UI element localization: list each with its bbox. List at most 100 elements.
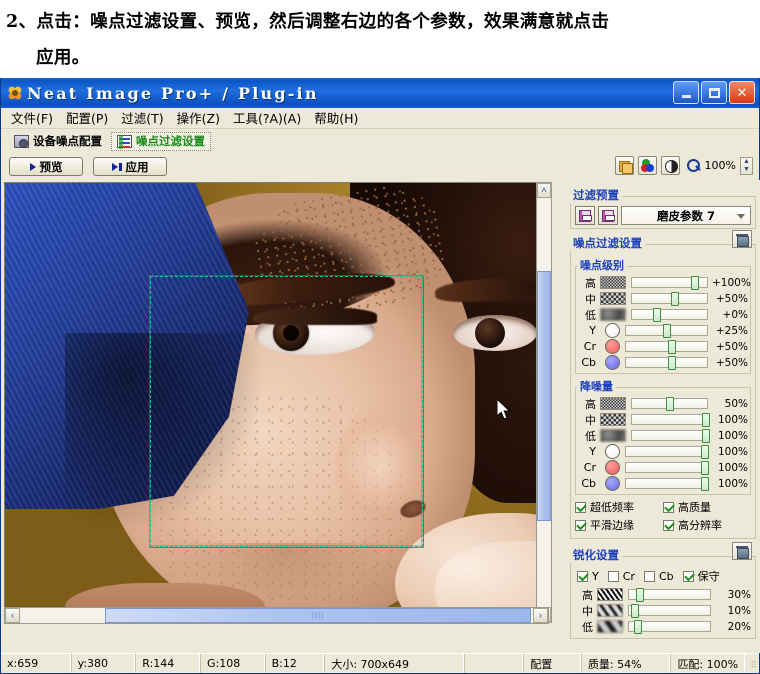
menu-item-tools[interactable]: 工具(?A)(A) xyxy=(229,107,310,129)
noise-amount-cb-slider[interactable] xyxy=(625,477,710,491)
stepper-up-icon[interactable]: ▲ xyxy=(743,158,750,165)
row-label: Cb xyxy=(581,356,596,369)
row-label: Y xyxy=(589,324,596,337)
sharpen-row-high: 高 30% xyxy=(575,587,751,602)
checkbox-very-low-freq[interactable] xyxy=(575,501,586,513)
status-g: G:108 xyxy=(199,654,265,673)
checkbox-sharpen-y[interactable] xyxy=(577,570,588,582)
save-preset-icon[interactable] xyxy=(575,206,595,225)
status-b: B:12 xyxy=(264,654,325,673)
status-spacer xyxy=(463,654,524,673)
menu-item-profile[interactable]: 配置(P) xyxy=(62,107,117,129)
apply-icon xyxy=(111,162,122,171)
checkbox-conservative[interactable] xyxy=(682,570,694,582)
magnifier-icon[interactable] xyxy=(686,158,701,173)
option-smooth-edges[interactable]: 平滑边缘 xyxy=(575,517,663,533)
maximize-button[interactable] xyxy=(701,81,727,104)
save-as-preset-icon[interactable] xyxy=(598,206,618,225)
noise-level-cb-slider[interactable] xyxy=(625,356,708,370)
channel-y-dot xyxy=(605,444,620,459)
option-label: 高质量 xyxy=(678,501,711,514)
noise-amount-y-slider[interactable] xyxy=(625,445,710,459)
scroll-right-button[interactable]: › xyxy=(533,608,548,623)
noise-level-row-y: Y +25% xyxy=(578,323,748,338)
noise-amount-mid-slider[interactable] xyxy=(631,413,710,427)
layers-icon[interactable] xyxy=(614,156,634,175)
sharpen-channel-cr[interactable]: Cr xyxy=(607,570,635,583)
noise-level-cr-slider[interactable] xyxy=(625,340,708,354)
status-quality: 质量: 54% xyxy=(580,654,671,673)
contrast-icon[interactable] xyxy=(660,156,680,175)
menu-item-help[interactable]: 帮助(H) xyxy=(310,107,367,129)
sharpen-channel-cb[interactable]: Cb xyxy=(643,569,674,583)
trash-icon xyxy=(736,545,749,559)
menu-item-file[interactable]: 文件(F) xyxy=(7,107,62,129)
noise-amount-cr-slider[interactable] xyxy=(625,461,710,475)
minimize-button[interactable] xyxy=(673,81,699,104)
noise-level-high-slider[interactable] xyxy=(631,276,708,290)
zoom-stepper[interactable]: ▲ ▼ xyxy=(740,156,753,175)
preset-row: 磨皮参数 7 xyxy=(575,206,751,225)
option-high-quality[interactable]: 高质量 xyxy=(663,499,751,515)
image-horizontal-scrollbar[interactable]: ‹ |||| › xyxy=(4,607,549,624)
row-value: 10% xyxy=(727,604,751,617)
noise-level-y-slider[interactable] xyxy=(625,324,708,338)
menu-item-filter[interactable]: 过滤(T) xyxy=(117,107,172,129)
image-vertical-scrollbar[interactable]: ˄ ˅ xyxy=(536,182,552,623)
preview-selection-rectangle[interactable] xyxy=(149,275,424,548)
tab-noise-filter-settings[interactable]: 噪点过滤设置 xyxy=(111,131,211,151)
checkbox-sharpen-cb[interactable] xyxy=(643,570,655,582)
option-very-low-freq[interactable]: 超低频率 xyxy=(575,499,663,515)
noise-level-row-high: 高 +100% xyxy=(578,275,751,290)
checkbox-high-quality[interactable] xyxy=(663,501,674,513)
sharpen-mid-slider[interactable] xyxy=(628,604,711,618)
noise-level-low-slider[interactable] xyxy=(631,308,708,322)
scroll-left-button[interactable]: ‹ xyxy=(5,608,20,623)
sharpening-settings-group: 锐化设置 Y Cr Cb 保守 高 30% 中 10% 低 20% xyxy=(570,542,756,639)
preview-button-label: 预览 xyxy=(39,159,63,174)
sharpen-low-slider[interactable] xyxy=(628,620,711,634)
menu-item-action[interactable]: 操作(Z) xyxy=(173,107,229,129)
filter-preset-title: 过滤预置 xyxy=(570,187,622,203)
camera-icon xyxy=(14,134,29,148)
vertical-scroll-thumb[interactable] xyxy=(537,271,551,521)
reset-noise-filter-button[interactable] xyxy=(732,230,752,248)
sharpen-row-low: 低 20% xyxy=(575,619,751,634)
status-match: 匹配: 100% xyxy=(670,654,746,673)
close-button[interactable]: ✕ xyxy=(729,81,755,104)
row-value: 100% xyxy=(717,461,748,474)
apply-button[interactable]: 应用 xyxy=(93,157,167,176)
checkbox-smooth-edges[interactable] xyxy=(575,519,586,531)
scroll-up-button[interactable]: ˄ xyxy=(537,183,551,198)
option-high-resolution[interactable]: 高分辨率 xyxy=(663,517,751,533)
image-canvas[interactable] xyxy=(4,182,549,621)
tab-device-noise-profile[interactable]: 设备噪点配置 xyxy=(9,132,107,151)
noise-level-mid-slider[interactable] xyxy=(631,292,708,306)
checkbox-high-resolution[interactable] xyxy=(663,519,674,531)
noise-amount-high-slider[interactable] xyxy=(631,397,708,411)
noise-amount-row-y: Y 100% xyxy=(578,444,748,459)
row-label: Y xyxy=(589,445,596,458)
option-label: 平滑边缘 xyxy=(590,519,634,532)
tab-strip: 设备噪点配置 噪点过滤设置 xyxy=(1,129,759,153)
row-label: 高 xyxy=(585,397,596,411)
rgb-channels-icon[interactable] xyxy=(637,156,657,175)
toolbar-right-group: 100% ▲ ▼ xyxy=(614,156,753,175)
sharpen-conservative[interactable]: 保守 xyxy=(682,568,720,584)
sharpen-channel-y[interactable]: Y xyxy=(577,570,599,583)
channel-label: Cb xyxy=(658,569,674,583)
sharpen-high-slider[interactable] xyxy=(628,588,711,602)
checkbox-sharpen-cr[interactable] xyxy=(607,570,619,582)
reset-sharpening-button[interactable] xyxy=(732,542,752,560)
stepper-down-icon[interactable]: ▼ xyxy=(743,166,750,173)
caption-line-1: 2、点击：噪点过滤设置、预览，然后调整右边的各个参数，效果满意就点击 xyxy=(6,12,610,32)
preview-button[interactable]: 预览 xyxy=(9,157,83,176)
sharpen-channels-row: Y Cr Cb 保守 xyxy=(577,568,751,584)
noise-amount-low-slider[interactable] xyxy=(631,429,710,443)
preset-dropdown[interactable]: 磨皮参数 7 xyxy=(621,206,751,225)
horizontal-scroll-thumb[interactable]: |||| xyxy=(105,608,531,623)
row-value: 20% xyxy=(727,620,751,633)
preset-selected-value: 磨皮参数 7 xyxy=(656,208,715,223)
resize-grip-icon[interactable]: ⠿ xyxy=(745,654,759,673)
noise-high-swatch xyxy=(600,276,626,289)
